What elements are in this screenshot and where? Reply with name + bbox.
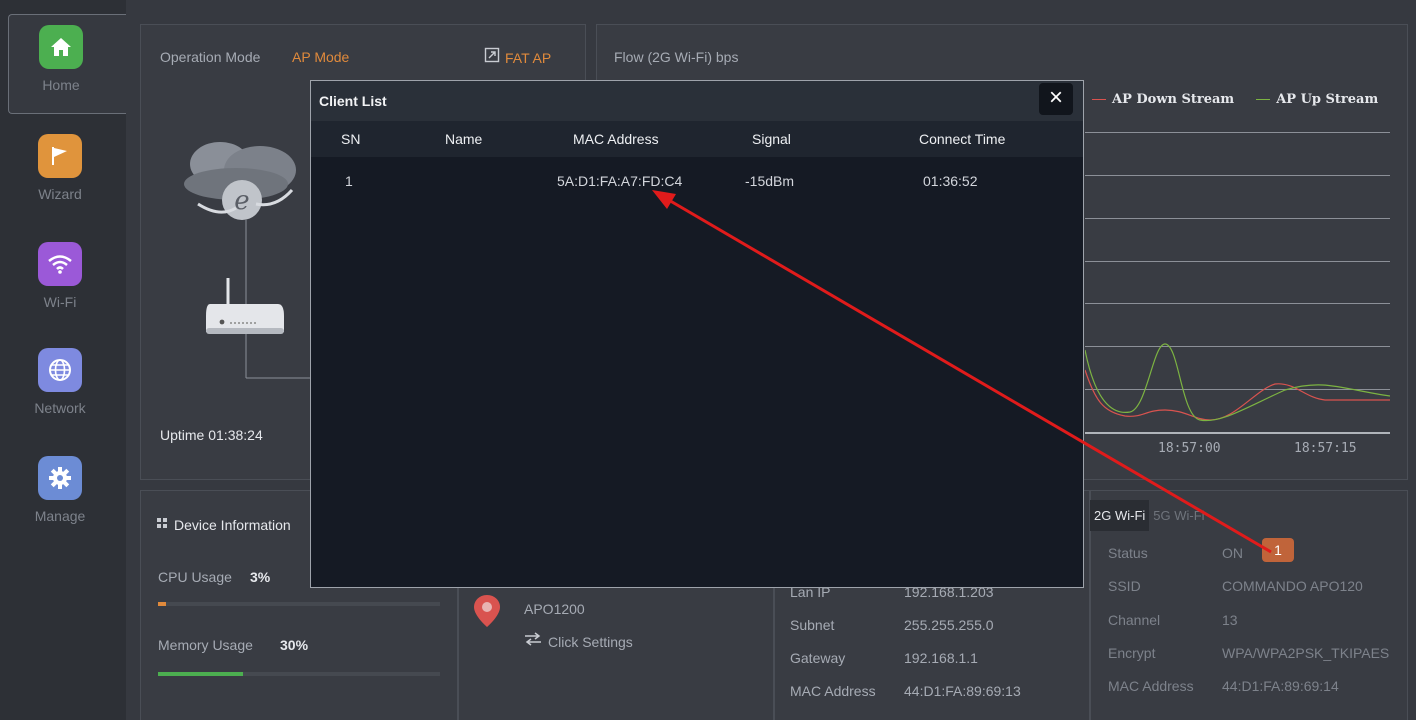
- close-button[interactable]: ×: [1039, 83, 1073, 115]
- device-info-header: Device Information: [157, 516, 291, 534]
- lan-mac-value: 44:D1:FA:89:69:13: [904, 683, 1021, 699]
- device-name: APO1200: [524, 601, 585, 617]
- encrypt-label: Encrypt: [1108, 645, 1156, 661]
- home-icon: [39, 25, 83, 69]
- sidebar-item-network[interactable]: Network: [8, 338, 126, 438]
- chart-legend: AP Down Stream AP Up Stream: [1092, 92, 1378, 107]
- channel-value: 13: [1222, 612, 1238, 628]
- cell-connect-time: 01:36:52: [923, 173, 978, 189]
- modal-title: Client List: [319, 93, 387, 109]
- legend-swatch-down: [1092, 99, 1106, 100]
- subnet-value: 255.255.255.0: [904, 617, 994, 633]
- memory-usage-label: Memory Usage: [158, 637, 253, 653]
- flow-title: Flow (2G Wi-Fi) bps: [614, 49, 739, 65]
- sidebar-item-manage[interactable]: Manage: [8, 446, 126, 546]
- legend-swatch-up: [1256, 99, 1271, 100]
- operation-mode-value: AP Mode: [292, 49, 350, 65]
- network-topology-illustration: e: [184, 142, 316, 379]
- svg-text:e: e: [234, 186, 249, 216]
- click-settings-link[interactable]: Click Settings: [524, 632, 633, 651]
- subnet-label: Subnet: [790, 617, 835, 633]
- column-header-sn: SN: [341, 131, 361, 147]
- column-header-connect-time: Connect Time: [919, 131, 1006, 147]
- cpu-usage-label: CPU Usage: [158, 569, 232, 585]
- column-header-mac: MAC Address: [573, 131, 659, 147]
- client-list-modal: Client List × SN Name MAC Address Signal…: [310, 80, 1084, 588]
- wifi-status-value: ON: [1222, 545, 1243, 561]
- tab-5g-wifi[interactable]: 5G Wi-Fi: [1149, 500, 1208, 531]
- wifi-icon: [38, 242, 82, 286]
- wifi-status-label: Status: [1108, 545, 1148, 561]
- cpu-usage-value: 3%: [250, 569, 271, 585]
- gear-icon: [38, 456, 82, 500]
- uptime-label: Uptime 01:38:24: [160, 427, 263, 443]
- tab-5g-label: 5G Wi-Fi: [1153, 508, 1205, 523]
- flag-icon: [38, 134, 82, 178]
- cell-signal: -15dBm: [745, 173, 795, 189]
- lan-mac-label: MAC Address: [790, 683, 876, 699]
- sidebar-item-wizard[interactable]: Wizard: [8, 124, 126, 224]
- table-header: SN Name MAC Address Signal Connect Time: [311, 121, 1083, 157]
- swap-arrows-icon: [524, 632, 542, 651]
- chart-gridline: [1085, 303, 1390, 304]
- gateway-label: Gateway: [790, 650, 846, 666]
- sidebar-item-label: Wi-Fi: [43, 294, 77, 310]
- cpu-usage-bar: [158, 602, 440, 606]
- encrypt-value: WPA/WPA2PSK_TKIPAES: [1222, 645, 1390, 661]
- ssid-label: SSID: [1108, 578, 1141, 594]
- client-count-value: 1: [1274, 542, 1282, 558]
- fat-ap-link[interactable]: FAT AP: [484, 47, 551, 68]
- cell-sn: 1: [345, 173, 353, 189]
- close-icon: ×: [1048, 84, 1063, 111]
- wifi-tabs: 2G Wi-Fi 5G Wi-Fi: [1090, 500, 1209, 531]
- column-header-signal: Signal: [752, 131, 791, 147]
- operation-mode-label: Operation Mode: [160, 49, 261, 65]
- external-link-icon: [484, 47, 500, 68]
- memory-usage-bar: [158, 672, 440, 676]
- tab-2g-label: 2G Wi-Fi: [1094, 508, 1146, 523]
- chart-x-axis: [1085, 432, 1390, 434]
- wifi-mac-label: MAC Address: [1108, 678, 1194, 694]
- sidebar-item-label: Wizard: [38, 186, 82, 202]
- legend-label-up: AP Up Stream: [1276, 92, 1379, 107]
- flow-chart-lines: [1085, 343, 1390, 422]
- memory-usage-bar-fill: [158, 672, 243, 676]
- sidebar-item-wifi[interactable]: Wi-Fi: [8, 232, 126, 332]
- router-icon: [206, 278, 284, 334]
- fat-ap-label: FAT AP: [505, 49, 552, 66]
- sidebar-item-label: Manage: [34, 508, 86, 524]
- wifi-mac-value: 44:D1:FA:89:69:14: [1222, 678, 1339, 694]
- router-admin-page: Home Wizard Wi-Fi Network Manage Operati…: [0, 0, 1416, 720]
- chart-gridline: [1085, 175, 1390, 176]
- chart-gridline: [1085, 261, 1390, 262]
- chart-gridline: [1085, 132, 1390, 133]
- location-pin-icon: [474, 595, 500, 627]
- device-info-title: Device Information: [174, 517, 291, 533]
- tab-2g-wifi[interactable]: 2G Wi-Fi: [1090, 500, 1150, 531]
- sidebar-item-home[interactable]: Home: [8, 14, 126, 114]
- click-settings-label: Click Settings: [548, 633, 633, 650]
- globe-icon: [38, 348, 82, 392]
- internet-cloud-icon: e: [184, 142, 296, 220]
- cell-mac: 5A:D1:FA:A7:FD:C4: [557, 173, 683, 189]
- cpu-usage-bar-fill: [158, 602, 166, 606]
- chart-gridline: [1085, 218, 1390, 219]
- ssid-value: COMMANDO APO120: [1222, 578, 1363, 594]
- sidebar-item-label: Network: [34, 400, 86, 416]
- legend-label-down: AP Down Stream: [1112, 92, 1235, 107]
- x-tick-label: 18:57:15: [1294, 441, 1357, 456]
- memory-usage-value: 30%: [280, 637, 309, 653]
- x-tick-label: 18:57:00: [1158, 441, 1221, 456]
- sidebar-item-label: Home: [42, 77, 80, 93]
- channel-label: Channel: [1108, 612, 1161, 628]
- grid-icon: [157, 516, 168, 534]
- column-header-name: Name: [445, 131, 483, 147]
- client-count-badge[interactable]: 1: [1262, 538, 1294, 562]
- modal-header: Client List ×: [311, 81, 1083, 121]
- sidebar: Home Wizard Wi-Fi Network Manage: [0, 0, 126, 720]
- gateway-value: 192.168.1.1: [904, 650, 978, 666]
